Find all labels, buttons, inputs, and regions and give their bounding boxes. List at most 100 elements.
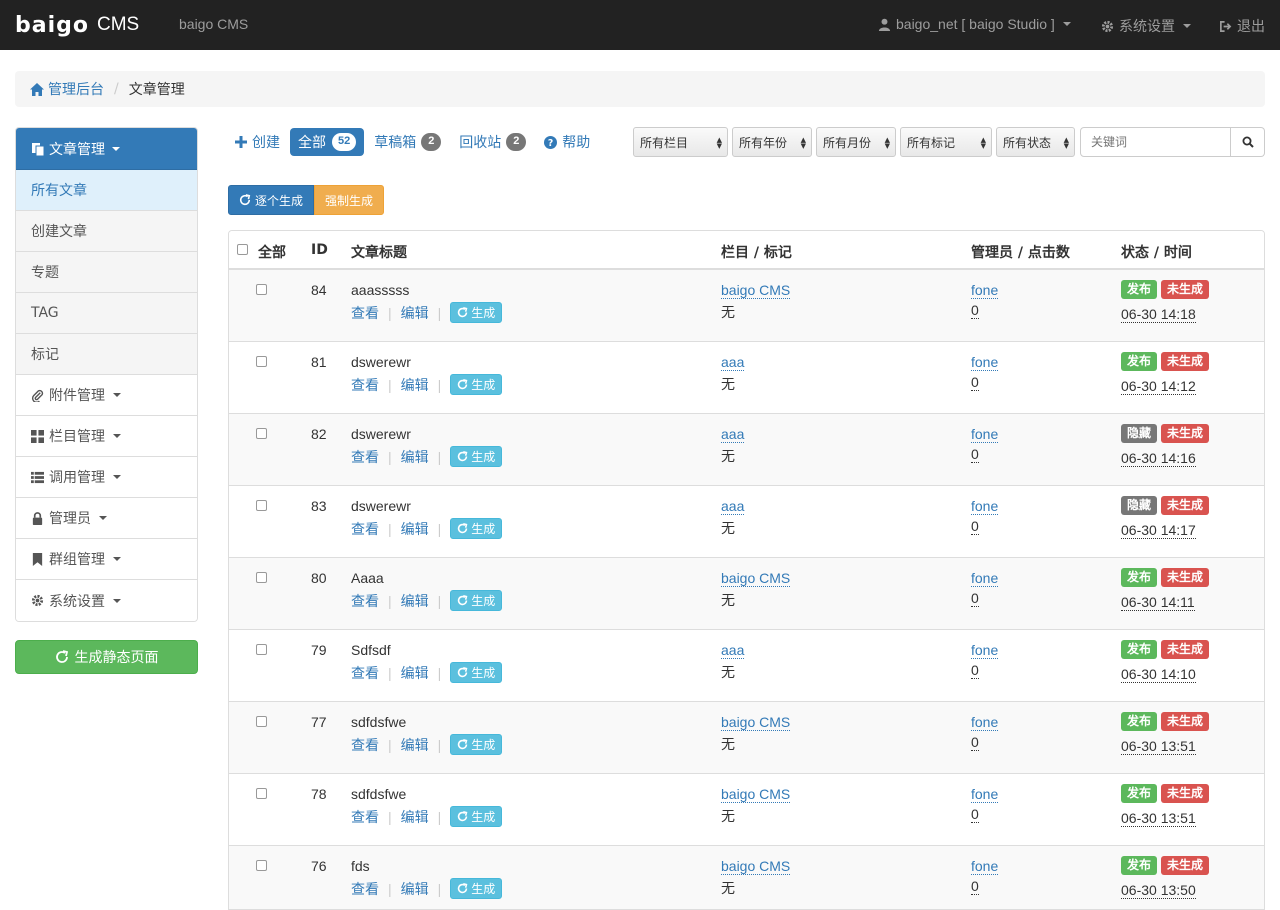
generate-row-button[interactable]: 生成 bbox=[450, 806, 503, 827]
row-checkbox[interactable] bbox=[256, 284, 267, 295]
category-link[interactable]: baigo CMS bbox=[721, 858, 791, 875]
sidebar-group-settings[interactable]: 系统设置 bbox=[16, 580, 197, 621]
generate-row-button[interactable]: 生成 bbox=[450, 734, 503, 755]
category-link[interactable]: baigo CMS bbox=[721, 714, 791, 731]
admin-link[interactable]: fone bbox=[971, 426, 999, 443]
category-link[interactable]: aaa bbox=[721, 354, 745, 371]
view-link[interactable]: 查看 bbox=[351, 447, 379, 467]
view-link[interactable]: 查看 bbox=[351, 519, 379, 539]
admin-link[interactable]: fone bbox=[971, 354, 999, 371]
row-checkbox[interactable] bbox=[256, 788, 267, 799]
article-id: 76 bbox=[311, 858, 327, 874]
sidebar-item-tags[interactable]: TAG bbox=[16, 293, 197, 334]
generate-row-button[interactable]: 生成 bbox=[450, 878, 503, 899]
sidebar-item-all-articles[interactable]: 所有文章 bbox=[16, 170, 197, 211]
admin-link[interactable]: fone bbox=[971, 858, 999, 875]
search-input[interactable] bbox=[1080, 127, 1231, 157]
category-link[interactable]: baigo CMS bbox=[721, 570, 791, 587]
generate-row-button[interactable]: 生成 bbox=[450, 302, 503, 323]
row-checkbox[interactable] bbox=[256, 356, 267, 367]
generate-row-button[interactable]: 生成 bbox=[450, 590, 503, 611]
action-separator: | bbox=[437, 376, 442, 393]
admin-link[interactable]: fone bbox=[971, 498, 999, 515]
admin-link[interactable]: fone bbox=[971, 714, 999, 731]
generate-static-pages-button[interactable]: 生成静态页面 bbox=[15, 640, 198, 674]
view-link[interactable]: 查看 bbox=[351, 375, 379, 395]
edit-link[interactable]: 编辑 bbox=[401, 303, 429, 323]
breadcrumb-home[interactable]: 管理后台 bbox=[30, 79, 104, 99]
status-select[interactable]: 所有状态 ▲ ▼ bbox=[996, 127, 1075, 157]
month-select[interactable]: 所有月份 ▲ ▼ bbox=[816, 127, 896, 157]
edit-link[interactable]: 编辑 bbox=[401, 591, 429, 611]
row-checkbox[interactable] bbox=[256, 716, 267, 727]
user-name: baigo_net [ baigo Studio ] bbox=[896, 16, 1055, 32]
all-label: 全部 bbox=[298, 134, 326, 150]
help-link[interactable]: ? 帮助 bbox=[544, 132, 590, 152]
category-link[interactable]: baigo CMS bbox=[721, 282, 791, 299]
mark-select[interactable]: 所有标记 ▲ ▼ bbox=[900, 127, 992, 157]
edit-link[interactable]: 编辑 bbox=[401, 735, 429, 755]
site-name-link[interactable]: baigo CMS bbox=[179, 16, 248, 32]
edit-link[interactable]: 编辑 bbox=[401, 519, 429, 539]
generate-row-button[interactable]: 生成 bbox=[450, 446, 503, 467]
admin-link[interactable]: fone bbox=[971, 282, 999, 299]
search-button[interactable] bbox=[1231, 127, 1265, 157]
column-select[interactable]: 所有栏目 ▲ ▼ bbox=[633, 127, 728, 157]
view-link[interactable]: 查看 bbox=[351, 879, 379, 899]
edit-link[interactable]: 编辑 bbox=[401, 663, 429, 683]
filter-all-tab[interactable]: 全部 52 bbox=[290, 128, 365, 156]
row-checkbox[interactable] bbox=[256, 428, 267, 439]
year-select[interactable]: 所有年份 ▲ ▼ bbox=[732, 127, 812, 157]
sidebar-header-articles[interactable]: 文章管理 bbox=[16, 128, 197, 170]
edit-link[interactable]: 编辑 bbox=[401, 375, 429, 395]
generate-row-button[interactable]: 生成 bbox=[450, 374, 503, 395]
sidebar-item-marks[interactable]: 标记 bbox=[16, 334, 197, 375]
generate-row-button[interactable]: 生成 bbox=[450, 662, 503, 683]
action-separator: | bbox=[437, 736, 442, 753]
row-checkbox[interactable] bbox=[256, 644, 267, 655]
edit-link[interactable]: 编辑 bbox=[401, 447, 429, 467]
sidebar-group-admins[interactable]: 管理员 bbox=[16, 498, 197, 539]
recycle-bin-tab[interactable]: 回收站 2 bbox=[459, 132, 527, 152]
category-link[interactable]: aaa bbox=[721, 426, 745, 443]
hits-count: 0 bbox=[971, 662, 979, 679]
drafts-tab[interactable]: 草稿箱 2 bbox=[374, 132, 442, 152]
create-article-link[interactable]: 创建 bbox=[235, 132, 280, 152]
select-all-checkbox[interactable] bbox=[237, 244, 248, 255]
view-link[interactable]: 查看 bbox=[351, 807, 379, 827]
logout-link[interactable]: 退出 bbox=[1219, 16, 1265, 36]
brand-logo[interactable]: baigo CMS bbox=[15, 10, 139, 40]
admin-link[interactable]: fone bbox=[971, 642, 999, 659]
category-link[interactable]: baigo CMS bbox=[721, 786, 791, 803]
user-menu[interactable]: baigo_net [ baigo Studio ] bbox=[878, 16, 1071, 32]
table-row: 77 sdfdsfwe 查看 | 编辑 | 生成 baigo CMS 无 fone 0 发布 未生成 06… bbox=[229, 702, 1264, 774]
action-separator: | bbox=[437, 448, 442, 465]
action-separator: | bbox=[437, 808, 442, 825]
mark-select-value: 所有标记 bbox=[907, 135, 956, 150]
sidebar-group-columns[interactable]: 栏目管理 bbox=[16, 416, 197, 457]
category-link[interactable]: aaa bbox=[721, 498, 745, 515]
admin-link[interactable]: fone bbox=[971, 786, 999, 803]
sidebar-group-calls[interactable]: 调用管理 bbox=[16, 457, 197, 498]
action-separator: | bbox=[388, 448, 392, 465]
generation-badge: 未生成 bbox=[1161, 568, 1210, 587]
view-link[interactable]: 查看 bbox=[351, 663, 379, 683]
admin-link[interactable]: fone bbox=[971, 570, 999, 587]
view-link[interactable]: 查看 bbox=[351, 735, 379, 755]
row-checkbox[interactable] bbox=[256, 500, 267, 511]
sidebar-item-create-article[interactable]: 创建文章 bbox=[16, 211, 197, 252]
edit-link[interactable]: 编辑 bbox=[401, 879, 429, 899]
category-link[interactable]: aaa bbox=[721, 642, 745, 659]
view-link[interactable]: 查看 bbox=[351, 591, 379, 611]
settings-menu[interactable]: 系统设置 bbox=[1101, 16, 1191, 36]
generate-row-button[interactable]: 生成 bbox=[450, 518, 503, 539]
row-checkbox[interactable] bbox=[256, 860, 267, 871]
row-checkbox[interactable] bbox=[256, 572, 267, 583]
edit-link[interactable]: 编辑 bbox=[401, 807, 429, 827]
force-generate-button[interactable]: 强制生成 bbox=[314, 185, 385, 215]
generate-each-button[interactable]: 逐个生成 bbox=[228, 185, 315, 215]
sidebar-item-topics[interactable]: 专题 bbox=[16, 252, 197, 293]
view-link[interactable]: 查看 bbox=[351, 303, 379, 323]
sidebar-group-groups[interactable]: 群组管理 bbox=[16, 539, 197, 580]
sidebar-group-attachments[interactable]: 附件管理 bbox=[16, 375, 197, 416]
